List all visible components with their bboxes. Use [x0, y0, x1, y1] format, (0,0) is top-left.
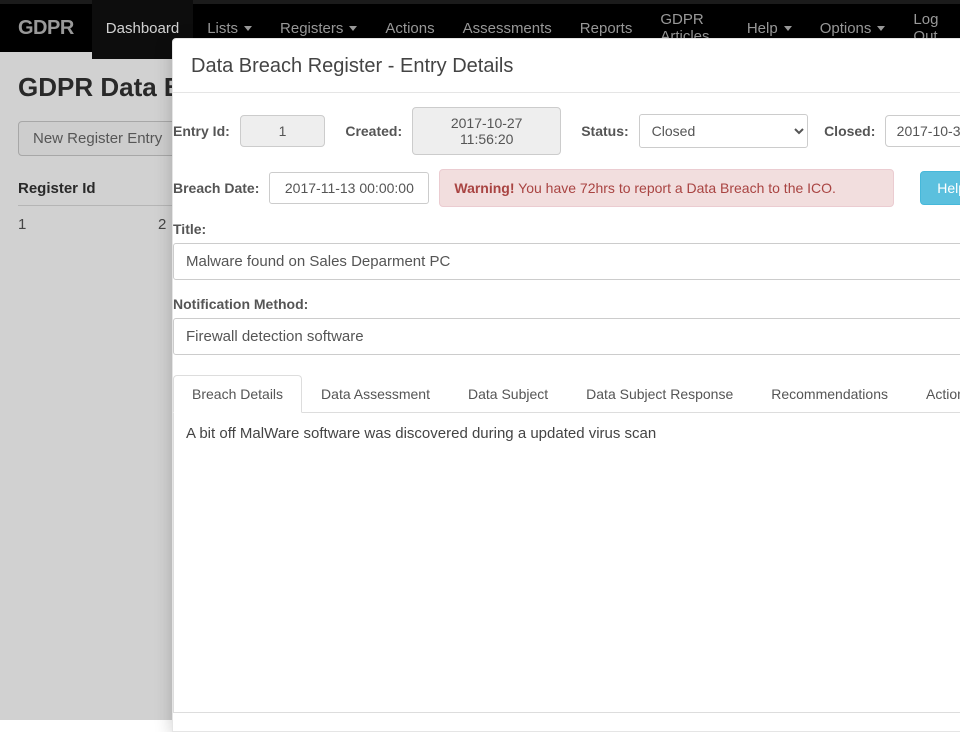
form-row-1: Entry Id: 1 Created: 2017-10-27 11:56:20… — [173, 107, 960, 155]
tab-breach-details[interactable]: Breach Details — [173, 375, 302, 413]
notification-method-label: Notification Method: — [173, 296, 960, 312]
warning-text: You have 72hrs to report a Data Breach t… — [515, 180, 836, 196]
warning-alert: Warning! You have 72hrs to report a Data… — [439, 169, 894, 207]
created-value: 2017-10-27 11:56:20 — [412, 107, 561, 155]
modal-body: Entry Id: 1 Created: 2017-10-27 11:56:20… — [173, 93, 960, 731]
title-label: Title: — [173, 221, 960, 237]
modal-title: Data Breach Register - Entry Details — [191, 55, 960, 78]
entry-id-value: 1 — [240, 115, 326, 147]
breach-date-input[interactable] — [269, 172, 429, 204]
notification-section: Notification Method: — [173, 296, 960, 355]
tab-actions[interactable]: Actions — [907, 375, 960, 413]
modal-header: Data Breach Register - Entry Details — [173, 39, 960, 93]
tab-data-subject-response[interactable]: Data Subject Response — [567, 375, 752, 413]
closed-value: 2017-10-30 00 — [885, 115, 960, 147]
breach-details-textarea[interactable] — [186, 425, 960, 700]
entry-id-label: Entry Id: — [173, 123, 230, 139]
status-label: Status: — [581, 123, 628, 139]
warning-strong: Warning! — [454, 180, 514, 196]
created-label: Created: — [345, 123, 402, 139]
closed-label: Closed: — [824, 123, 875, 139]
status-select[interactable]: Closed — [639, 114, 808, 148]
tab-recommendations[interactable]: Recommendations — [752, 375, 907, 413]
breach-details-panel — [173, 413, 960, 713]
help-button[interactable]: Help — [920, 171, 960, 205]
tab-data-subject[interactable]: Data Subject — [449, 375, 567, 413]
detail-tabs: Breach DetailsData AssessmentData Subjec… — [173, 375, 960, 413]
title-section: Title: — [173, 221, 960, 280]
title-input[interactable] — [173, 243, 960, 280]
tab-data-assessment[interactable]: Data Assessment — [302, 375, 449, 413]
notification-method-input[interactable] — [173, 318, 960, 355]
breach-date-label: Breach Date: — [173, 180, 259, 196]
entry-details-modal: Data Breach Register - Entry Details Ent… — [172, 38, 960, 732]
form-row-2: Breach Date: Warning! You have 72hrs to … — [173, 169, 960, 207]
